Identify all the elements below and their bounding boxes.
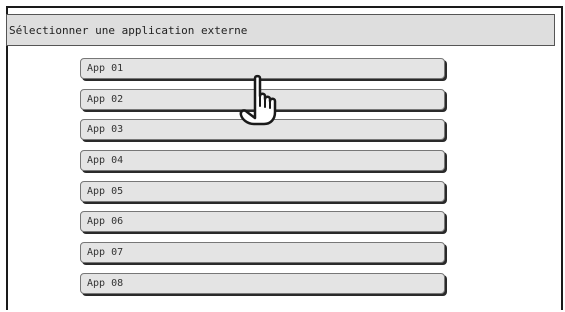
- app-button-label: App 01: [87, 63, 124, 74]
- app-button-label: App 03: [87, 124, 124, 136]
- app-button-label: App 08: [87, 277, 124, 289]
- app-button-label: App 07: [87, 247, 124, 259]
- pointing-hand-icon: [239, 74, 277, 126]
- app-08-button[interactable]: App 08: [80, 272, 445, 294]
- app-button-label: App 02: [87, 93, 124, 105]
- app-06-button[interactable]: App 06: [80, 211, 445, 233]
- page-title: Sélectionner une application externe: [9, 24, 248, 37]
- title-bar: Sélectionner une application externe: [6, 14, 555, 46]
- app-05-button[interactable]: App 05: [80, 180, 445, 202]
- app-button-label: App 04: [87, 155, 124, 167]
- app-07-button[interactable]: App 07: [80, 242, 445, 264]
- app-04-button[interactable]: App 04: [80, 150, 445, 172]
- app-button-label: App 05: [87, 185, 124, 197]
- app-button-label: App 06: [87, 216, 124, 228]
